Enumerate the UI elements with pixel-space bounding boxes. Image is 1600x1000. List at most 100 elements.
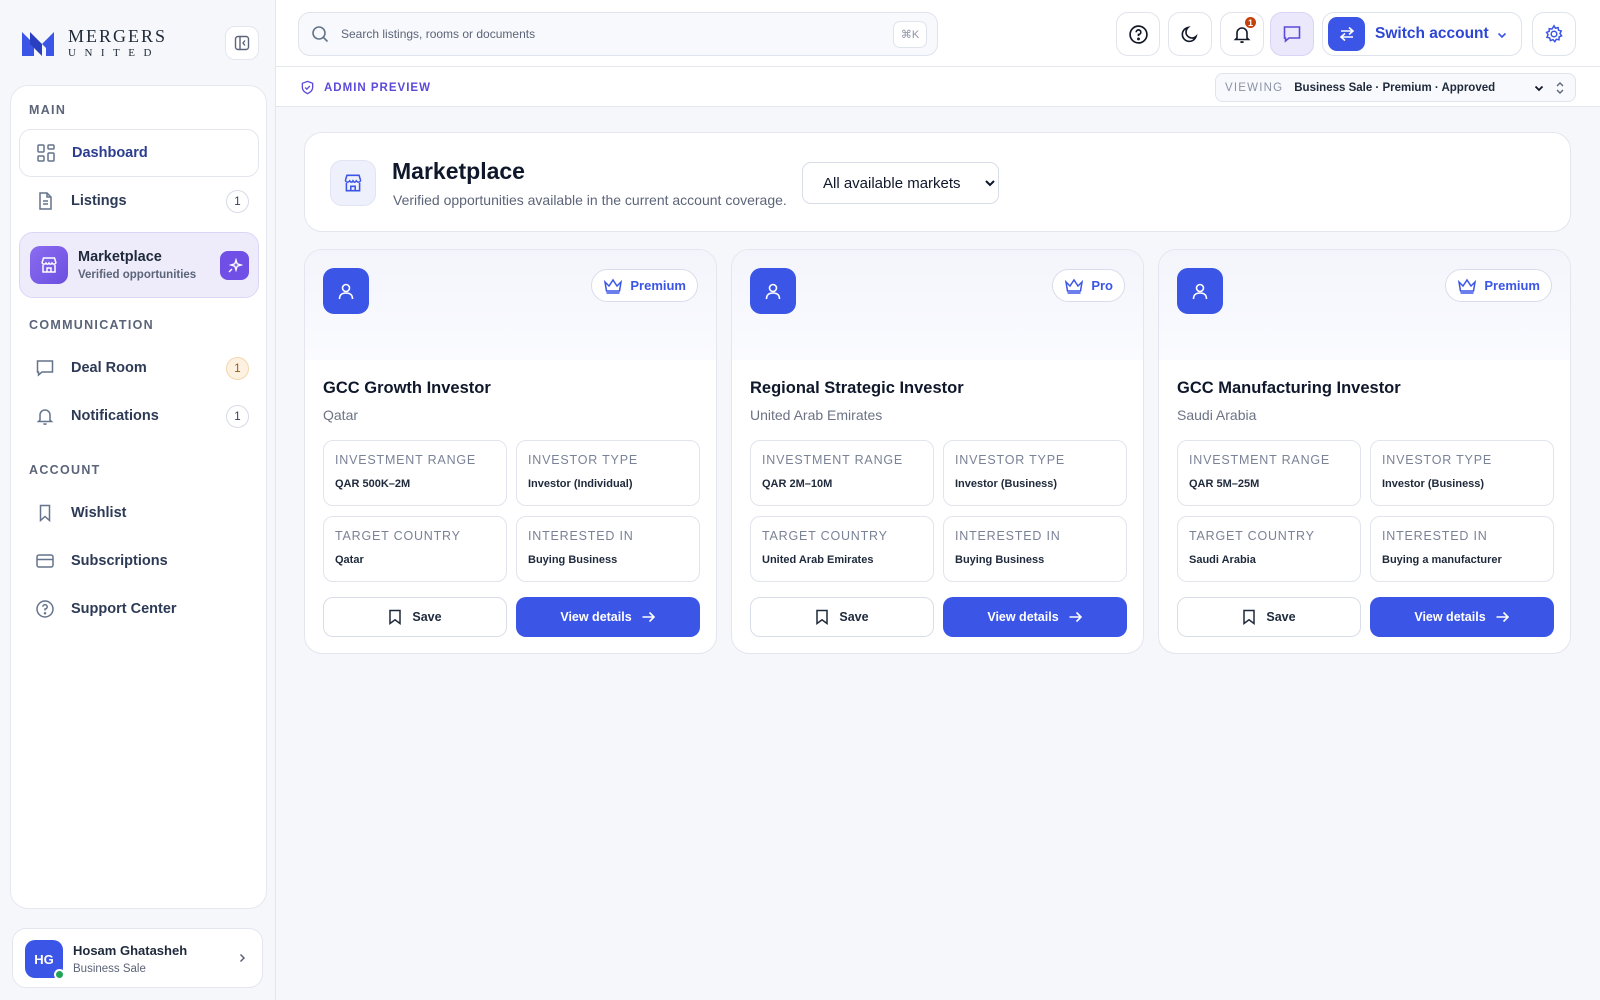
tier-label: Pro	[1091, 278, 1113, 293]
listing-card: Premium GCC Growth Investor Qatar INVEST…	[304, 249, 717, 654]
save-label: Save	[839, 610, 869, 624]
crown-icon	[1065, 278, 1084, 294]
sidebar-item-wishlist[interactable]: Wishlist	[19, 489, 259, 537]
save-label: Save	[1266, 610, 1296, 624]
sidebar-item-label: Listings	[71, 193, 127, 209]
save-button[interactable]: Save	[750, 597, 934, 637]
field-label: INVESTOR TYPE	[528, 453, 638, 467]
gear-icon	[1545, 24, 1563, 43]
listing-title: GCC Growth Investor	[323, 379, 491, 397]
shield-check-icon	[301, 80, 314, 95]
sidebar-item-label: Marketplace	[78, 249, 162, 265]
view-details-button[interactable]: View details	[943, 597, 1127, 637]
sidebar-item-label: Support Center	[71, 601, 177, 617]
viewing-key: VIEWING	[1225, 81, 1284, 94]
search-icon	[312, 26, 329, 43]
save-label: Save	[412, 610, 442, 624]
store-icon	[30, 246, 68, 284]
chevron-down-icon	[1534, 85, 1544, 92]
field-label: TARGET COUNTRY	[762, 529, 888, 543]
sidebar-item-support[interactable]: Support Center	[19, 585, 259, 633]
brand-word-2: UNITED	[68, 47, 160, 59]
investment-range-field: INVESTMENT RANGE QAR 500K–2M	[323, 440, 507, 506]
messages-button[interactable]	[1270, 12, 1314, 56]
user-name: Hosam Ghatasheh	[73, 943, 188, 958]
store-icon	[330, 160, 376, 206]
listing-title: Regional Strategic Investor	[750, 379, 964, 397]
field-label: INVESTMENT RANGE	[335, 453, 477, 467]
crown-icon	[1458, 278, 1477, 294]
field-label: INVESTMENT RANGE	[1189, 453, 1331, 467]
tier-badge: Premium	[591, 269, 698, 302]
save-button[interactable]: Save	[1177, 597, 1361, 637]
help-button[interactable]	[1116, 12, 1160, 56]
notifications-button[interactable]: 1	[1220, 12, 1264, 56]
notification-count-badge: 1	[1243, 15, 1258, 30]
interested-in-field: INTERESTED IN Buying Business	[943, 516, 1127, 582]
switch-account-button[interactable]: Switch account	[1322, 12, 1522, 56]
chat-icon	[1283, 26, 1301, 43]
document-icon	[39, 192, 52, 210]
section-main: MAIN	[29, 103, 67, 117]
sidebar-item-subscriptions[interactable]: Subscriptions	[19, 537, 259, 585]
viewing-value: Business Sale · Premium · Approved	[1294, 81, 1496, 94]
user-role: Business Sale	[73, 963, 146, 975]
investor-type-field: INVESTOR TYPE Investor (Individual)	[516, 440, 700, 506]
search-bar[interactable]: ⌘K	[298, 12, 938, 56]
target-country-value: Saudi Arabia	[1189, 554, 1256, 566]
investor-type-value: Investor (Business)	[1382, 478, 1485, 490]
listing-country: Saudi Arabia	[1177, 407, 1257, 423]
page-subtitle: Verified opportunities available in the …	[393, 192, 787, 208]
target-country-value: United Arab Emirates	[762, 554, 874, 566]
sidebar-item-dashboard[interactable]: Dashboard	[19, 129, 259, 177]
tier-badge: Pro	[1052, 269, 1125, 302]
admin-preview-label: ADMIN PREVIEW	[300, 80, 431, 95]
collapse-sidebar-button[interactable]	[225, 26, 259, 60]
section-communication: COMMUNICATION	[29, 318, 154, 332]
sidebar-nav: MAIN Dashboard Listings 1 Marketplace Ve…	[10, 85, 267, 909]
logo-mark-icon	[22, 32, 54, 56]
viewing-selector[interactable]: VIEWING Business Sale · Premium · Approv…	[1215, 73, 1576, 102]
investor-type-value: Investor (Business)	[955, 478, 1058, 490]
sidebar-item-label: Notifications	[71, 408, 159, 424]
interested-in-value: Buying Business	[955, 554, 1045, 566]
bookmark-icon	[1243, 609, 1256, 625]
save-button[interactable]: Save	[323, 597, 507, 637]
sidebar-item-listings[interactable]: Listings 1	[19, 177, 259, 225]
theme-toggle-button[interactable]	[1168, 12, 1212, 56]
help-circle-icon	[36, 600, 54, 618]
target-country-value: Qatar	[335, 554, 364, 566]
sidebar-collapse-icon	[234, 35, 250, 51]
search-shortcut-hint: ⌘K	[893, 21, 927, 48]
listing-title: GCC Manufacturing Investor	[1177, 379, 1401, 397]
switch-account-label: Switch account	[1375, 25, 1489, 42]
sidebar-item-notifications[interactable]: Notifications 1	[19, 392, 259, 440]
listing-card: Pro Regional Strategic Investor United A…	[731, 249, 1144, 654]
investment-range-value: QAR 2M–10M	[762, 478, 833, 490]
moon-icon	[1181, 26, 1198, 43]
user-profile-card[interactable]: HG Hosam Ghatasheh Business Sale	[12, 928, 263, 988]
view-details-button[interactable]: View details	[1370, 597, 1554, 637]
settings-button[interactable]	[1532, 12, 1576, 56]
arrow-right-icon	[642, 611, 655, 623]
up-down-chevrons-icon	[1556, 82, 1564, 94]
sidebar-item-deal-room[interactable]: Deal Room 1	[19, 344, 259, 392]
brand-wordmark: MERGERS UNITED	[68, 27, 167, 59]
sidebar: MERGERS UNITED MAIN Dashboard Listings 1	[0, 0, 276, 1000]
sidebar-item-marketplace[interactable]: Marketplace Verified opportunities	[19, 232, 259, 298]
chevron-right-icon	[239, 953, 246, 963]
user-icon	[323, 268, 369, 314]
search-input[interactable]	[341, 27, 861, 41]
interested-in-value: Buying Business	[528, 554, 618, 566]
brand-logo[interactable]: MERGERS UNITED	[20, 26, 167, 60]
field-label: INTERESTED IN	[1382, 529, 1488, 543]
credit-card-icon	[36, 554, 54, 568]
investment-range-value: QAR 5M–25M	[1189, 478, 1260, 490]
market-filter-select[interactable]: All available markets	[802, 162, 999, 204]
user-icon	[750, 268, 796, 314]
target-country-field: TARGET COUNTRY Qatar	[323, 516, 507, 582]
bookmark-icon	[389, 609, 402, 625]
view-details-button[interactable]: View details	[516, 597, 700, 637]
investor-type-value: Investor (Individual)	[528, 478, 633, 490]
swap-arrows-icon	[1328, 17, 1365, 51]
